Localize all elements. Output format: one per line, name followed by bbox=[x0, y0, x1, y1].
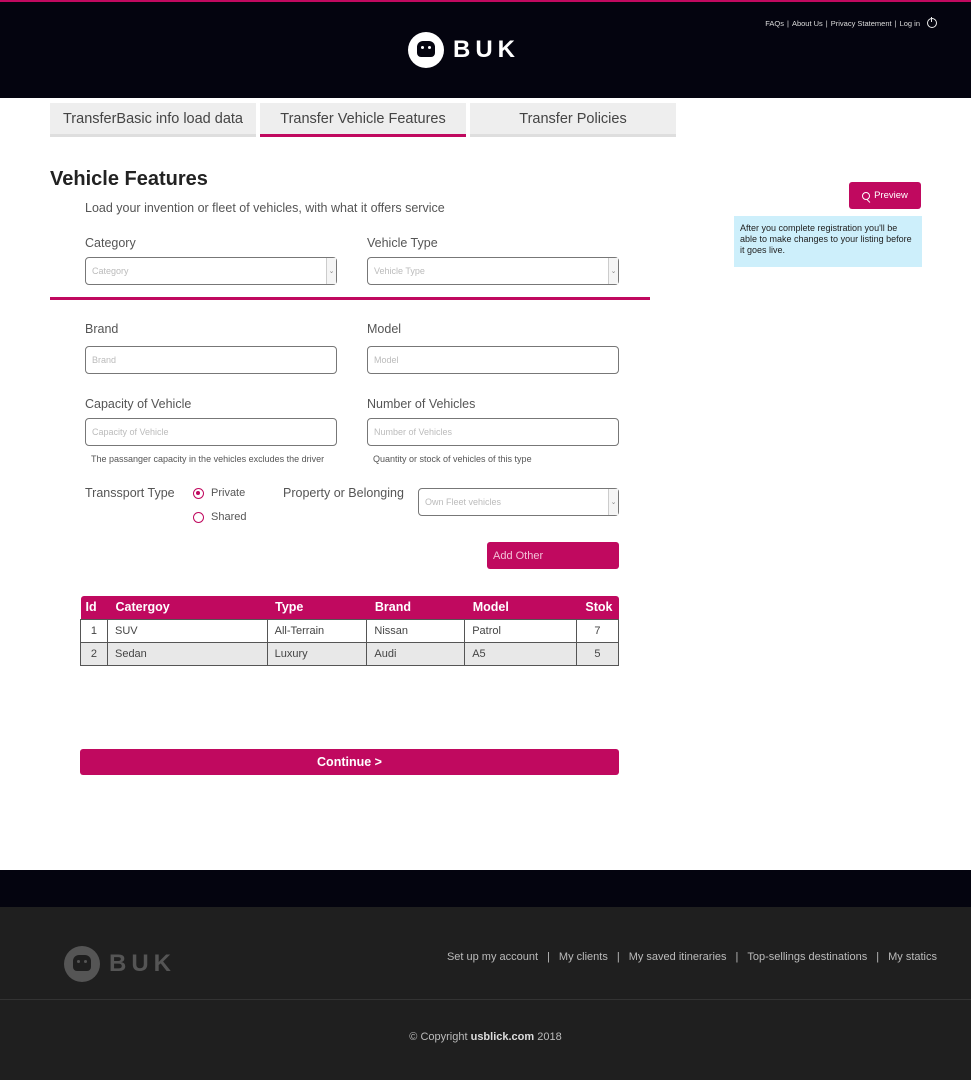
property-select[interactable]: Own Fleet vehicles ⌄ bbox=[418, 488, 619, 516]
footer-logo-text: BUK bbox=[109, 950, 176, 977]
footer-link-my-statics[interactable]: My statics bbox=[888, 951, 937, 963]
cell-model: Patrol bbox=[464, 618, 577, 643]
brand-label: Brand bbox=[85, 322, 119, 336]
page-title: Vehicle Features bbox=[50, 168, 208, 190]
brand-input[interactable]: Brand bbox=[85, 346, 337, 374]
table-row[interactable]: 1 SUV All-Terrain Nissan Patrol 7 bbox=[80, 618, 620, 643]
tab-basic-info[interactable]: TransferBasic info load data bbox=[50, 103, 256, 137]
cell-stock: 5 bbox=[575, 641, 620, 666]
cell-category: SUV bbox=[106, 618, 268, 643]
copyright: © Copyright usblick.com 2018 bbox=[409, 1031, 562, 1043]
chevron-down-icon: ⌄ bbox=[326, 258, 336, 284]
capacity-hint: The passanger capacity in the vehicles e… bbox=[91, 454, 325, 464]
property-label: Property or Belonging bbox=[283, 486, 404, 500]
capacity-input[interactable]: Capacity of Vehicle bbox=[85, 418, 337, 446]
cell-type: All-Terrain bbox=[266, 618, 368, 643]
footer-nav: Set up my account | My clients | My saved … bbox=[446, 951, 937, 963]
logo-text: BUK bbox=[453, 36, 520, 63]
info-notice: After you complete registration you'll b… bbox=[734, 216, 922, 267]
capacity-label: Capacity of Vehicle bbox=[85, 397, 192, 411]
preview-button[interactable]: Preview bbox=[849, 182, 921, 209]
number-input[interactable]: Number of Vehicles bbox=[367, 418, 619, 446]
category-label: Category bbox=[85, 236, 136, 250]
model-label: Model bbox=[367, 322, 402, 336]
column-header: Brand bbox=[366, 596, 465, 619]
tab-bar: TransferBasic info load data Transfer Ve… bbox=[50, 103, 676, 137]
tab-policies[interactable]: Transfer Policies bbox=[470, 103, 676, 137]
footer-divider bbox=[0, 999, 971, 1000]
tab-vehicle-features[interactable]: Transfer Vehicle Features bbox=[260, 103, 466, 137]
table-row[interactable]: 2 Sedan Luxury Audi A5 5 bbox=[80, 641, 620, 666]
brand-logo[interactable]: BUK bbox=[408, 32, 520, 68]
radio-shared[interactable]: Shared bbox=[193, 511, 246, 523]
logo-mascot-icon bbox=[408, 32, 444, 68]
radio-selected-icon bbox=[193, 487, 204, 499]
header: BUK FAQs | About Us | Privacy Statement | L… bbox=[0, 0, 971, 98]
login-link[interactable]: Log in bbox=[900, 19, 920, 28]
chevron-down-icon: ⌄ bbox=[608, 258, 618, 284]
copyright-site-link[interactable]: usblick.com bbox=[471, 1031, 535, 1043]
logo-mascot-icon bbox=[64, 946, 100, 982]
cell-brand: Audi bbox=[366, 641, 466, 666]
category-select[interactable]: Category ⌄ bbox=[85, 257, 337, 285]
footer-logo[interactable]: BUK bbox=[64, 946, 176, 982]
section-divider bbox=[50, 297, 650, 300]
table-header-row: Id Catergoy Type Brand Model Stok bbox=[80, 596, 619, 619]
footer-link-my-clients[interactable]: My clients bbox=[559, 951, 608, 963]
vehicle-type-select[interactable]: Vehicle Type ⌄ bbox=[367, 257, 619, 285]
about-us-link[interactable]: About Us bbox=[792, 19, 823, 28]
cell-id: 2 bbox=[80, 641, 108, 666]
chevron-down-icon: ⌄ bbox=[608, 489, 618, 515]
footer-link-setup-account[interactable]: Set up my account bbox=[447, 951, 538, 963]
footer-band bbox=[0, 870, 971, 907]
column-header: Catergoy bbox=[107, 596, 268, 619]
footer-link-top-destinations[interactable]: Top-sellings destinations bbox=[747, 951, 867, 963]
number-label: Number of Vehicles bbox=[367, 397, 476, 411]
transport-type-label: Transsport Type bbox=[85, 486, 175, 500]
number-hint: Quantity or stock of vehicles of this ty… bbox=[373, 454, 532, 464]
footer: BUK Set up my account | My clients | My sa… bbox=[0, 907, 971, 1080]
top-links: FAQs | About Us | Privacy Statement | Log i… bbox=[765, 17, 937, 28]
privacy-statement-link[interactable]: Privacy Statement bbox=[831, 19, 892, 28]
continue-button[interactable]: Continue > bbox=[80, 749, 619, 775]
page-subtitle: Load your invention or fleet of vehicles… bbox=[85, 201, 445, 215]
cell-brand: Nissan bbox=[366, 618, 466, 643]
column-header: Model bbox=[464, 596, 577, 619]
faqs-link[interactable]: FAQs bbox=[765, 19, 784, 28]
column-header: Id bbox=[80, 596, 108, 619]
add-other-button[interactable]: Add Other bbox=[487, 542, 619, 569]
power-icon[interactable] bbox=[927, 17, 937, 28]
footer-link-saved-itineraries[interactable]: My saved itineraries bbox=[629, 951, 727, 963]
cell-model: A5 bbox=[464, 641, 577, 666]
column-header: Type bbox=[267, 596, 367, 619]
cell-stock: 7 bbox=[575, 618, 620, 643]
vehicle-type-label: Vehicle Type bbox=[367, 236, 438, 250]
cell-type: Luxury bbox=[266, 641, 368, 666]
column-header: Stok bbox=[576, 596, 619, 619]
radio-unselected-icon bbox=[193, 511, 204, 523]
cell-id: 1 bbox=[80, 618, 108, 643]
search-icon bbox=[862, 191, 871, 200]
radio-private[interactable]: Private bbox=[193, 487, 245, 499]
cell-category: Sedan bbox=[106, 641, 268, 666]
vehicles-table: Id Catergoy Type Brand Model Stok 1 SUV … bbox=[80, 596, 620, 666]
model-input[interactable]: Model bbox=[367, 346, 619, 374]
